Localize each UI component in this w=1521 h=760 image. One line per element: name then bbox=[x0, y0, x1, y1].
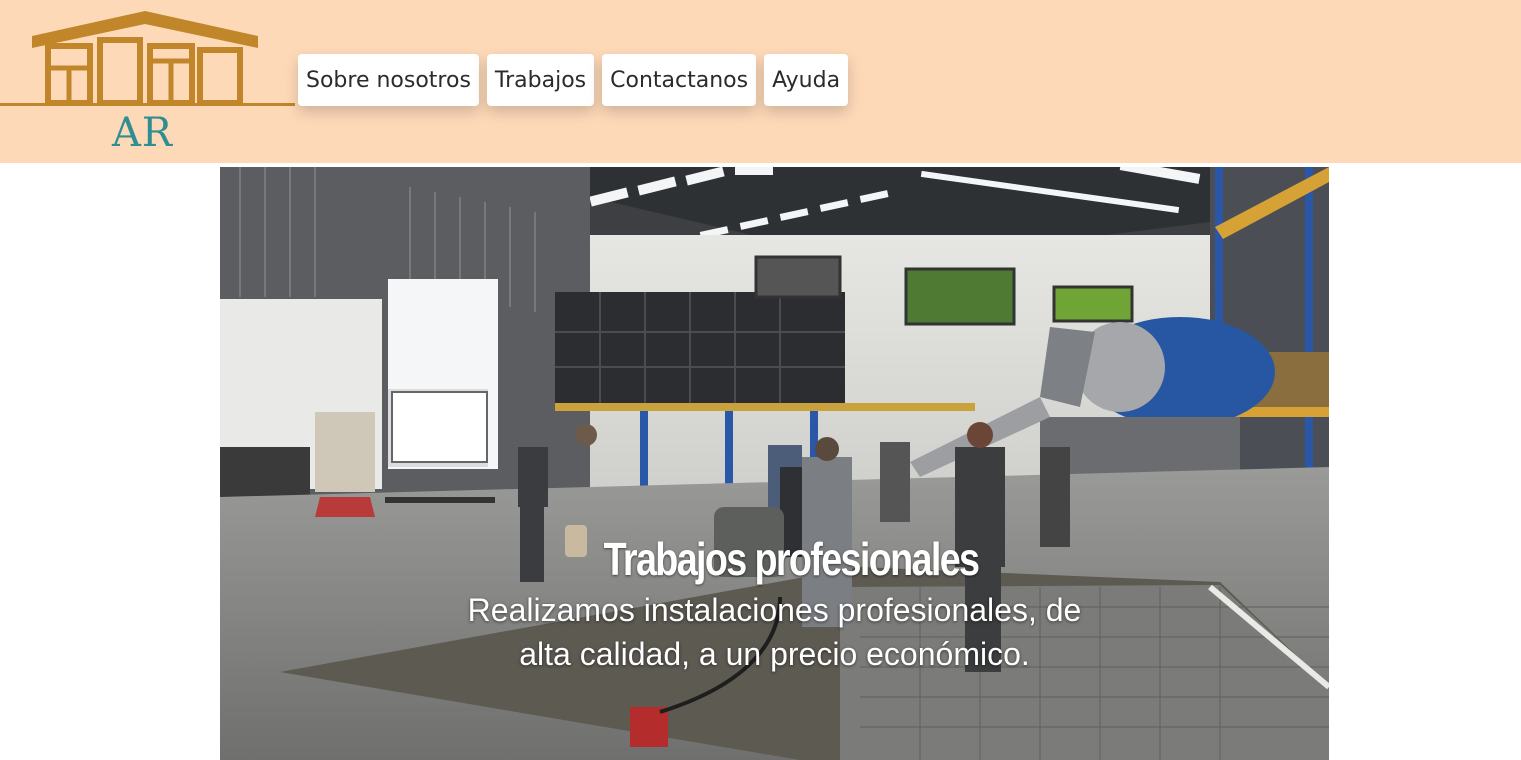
hero-title: Trabajos profesionales bbox=[603, 533, 980, 585]
logo-text: AR bbox=[112, 110, 174, 156]
hero-caption: Trabajos profesionales Realizamos instal… bbox=[220, 532, 1329, 676]
nav-sobre-nosotros[interactable]: Sobre nosotros bbox=[298, 54, 479, 106]
main-nav: Sobre nosotros Trabajos Contactanos Ayud… bbox=[298, 54, 849, 106]
nav-ayuda[interactable]: Ayuda bbox=[764, 54, 849, 106]
nav-trabajos[interactable]: Trabajos bbox=[486, 54, 595, 106]
site-logo[interactable]: AR bbox=[0, 6, 295, 156]
site-header: AR Sobre nosotros Trabajos Contactanos A… bbox=[0, 0, 1521, 163]
hero-carousel: Trabajos profesionales Realizamos instal… bbox=[220, 167, 1329, 760]
hero-text: Realizamos instalaciones profesionales, … bbox=[467, 592, 1082, 672]
nav-contactanos[interactable]: Contactanos bbox=[602, 54, 757, 106]
